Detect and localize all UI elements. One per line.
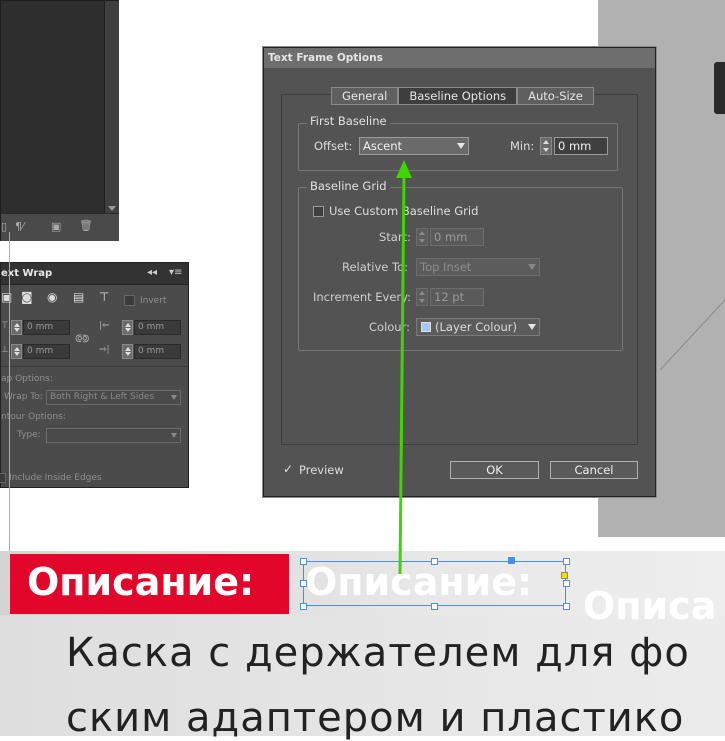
tab-baseline-options[interactable]: Baseline Options	[398, 87, 518, 105]
bottom-offset-stepper[interactable]	[11, 344, 22, 359]
top-offset-icon: ⊤	[1, 321, 9, 331]
dialog-title: Text Frame Options	[268, 52, 383, 64]
resize-handle[interactable]	[300, 558, 307, 565]
wrap-to-value: Both Right & Left Sides	[50, 392, 155, 402]
resize-handle[interactable]	[300, 603, 307, 610]
tab-general[interactable]: General	[331, 87, 399, 105]
panel-list	[1, 1, 105, 213]
text-frame-options-dialog: Text Frame Options General Baseline Opti…	[263, 47, 656, 497]
body-text-line-2: ским адаптером и пластико	[66, 695, 685, 741]
include-inside-edges-checkbox[interactable]	[0, 473, 6, 483]
panel-footer: ▯ ¶⁄ ▣ 🗑	[1, 213, 119, 241]
invert-checkbox[interactable]	[124, 295, 135, 306]
first-baseline-title: First Baseline	[307, 114, 390, 128]
divider	[1, 366, 188, 367]
out-port-icon[interactable]	[561, 572, 568, 579]
min-label: Min:	[510, 139, 535, 153]
resize-handle[interactable]	[563, 580, 570, 587]
chevron-down-icon	[171, 395, 177, 400]
panel-edge	[714, 62, 725, 114]
left-offset-field[interactable]: 0 mm	[134, 320, 181, 335]
use-custom-baseline-label: Use Custom Baseline Grid	[329, 204, 479, 218]
include-inside-edges-label: Include Inside Edges	[9, 473, 102, 483]
page-icon[interactable]: ▯	[1, 220, 7, 233]
wrap-bounding-box-icon[interactable]: ▣	[1, 290, 12, 304]
right-offset-icon: ⇒|	[99, 345, 110, 355]
type-label: Type:	[17, 430, 41, 440]
relative-to-value: Top Inset	[420, 260, 472, 274]
trash-icon[interactable]: 🗑	[79, 219, 93, 232]
increment-label: Increment Every:	[313, 290, 412, 304]
wrap-object-shape-icon[interactable]: ◙	[21, 290, 33, 304]
colour-swatch	[421, 322, 431, 332]
top-offset-stepper[interactable]	[11, 320, 22, 335]
layers-panel: ▯ ¶⁄ ▣ 🗑	[0, 0, 119, 241]
wrap-to-select[interactable]: Both Right & Left Sides	[46, 390, 181, 405]
text-wrap-panel: ext Wrap ◂◂ ▾≡ ▣ ◙ ◉ ▤ ⊤ Invert ⊤ 0 mm |…	[0, 262, 189, 488]
bottom-offset-icon: ⊥	[1, 345, 9, 355]
increment-field[interactable]: 12 pt	[430, 288, 484, 306]
offset-label: Offset:	[314, 139, 353, 153]
wrap-jump-column-icon[interactable]: ▤	[73, 290, 84, 304]
panel-menu-icon[interactable]: ▾≡	[169, 267, 182, 278]
resize-handle[interactable]	[431, 603, 438, 610]
tab-auto-size[interactable]: Auto-Size	[517, 87, 594, 105]
preview-checkmark-icon[interactable]: ✓	[283, 462, 293, 476]
text-wrap-header: ext Wrap ◂◂ ▾≡	[1, 263, 188, 285]
start-label: Start:	[379, 230, 411, 244]
contour-options-label: ntour Options:	[1, 412, 66, 422]
collapse-icon[interactable]: ◂◂	[147, 267, 157, 278]
chevron-down-icon	[528, 264, 536, 270]
wrap-jump-object-icon[interactable]: ◉	[47, 290, 57, 304]
cancel-button[interactable]: Cancel	[550, 461, 638, 479]
chevron-down-icon	[528, 324, 536, 330]
ok-button[interactable]: OK	[450, 461, 539, 479]
relative-to-label: Relative To:	[342, 260, 409, 274]
min-stepper[interactable]	[540, 137, 552, 155]
increment-stepper[interactable]	[416, 288, 428, 306]
resize-handle[interactable]	[563, 558, 570, 565]
paragraph-icon[interactable]: ¶⁄	[15, 220, 24, 233]
start-field[interactable]: 0 mm	[430, 228, 484, 246]
left-offset-stepper[interactable]	[122, 320, 133, 335]
body-text-line-1: Каска с держателем для фо	[66, 630, 690, 676]
resize-handle[interactable]	[563, 603, 570, 610]
wrap-none-icon[interactable]: ⊤	[99, 290, 109, 304]
red-heading-text: Описание:	[27, 560, 255, 604]
use-custom-baseline-checkbox[interactable]	[313, 206, 324, 217]
text-frame-selection[interactable]	[303, 561, 566, 606]
relative-to-select[interactable]: Top Inset	[416, 258, 540, 276]
dialog-tabs: General Baseline Options Auto-Size	[331, 87, 594, 105]
min-field[interactable]: 0 mm	[554, 137, 608, 155]
baseline-grid-title: Baseline Grid	[307, 179, 390, 193]
duplicate-heading-text: Описа	[583, 584, 717, 628]
type-select[interactable]	[46, 428, 181, 443]
dialog-titlebar[interactable]: Text Frame Options	[264, 48, 655, 68]
colour-label: Colour:	[369, 320, 410, 334]
wrap-mode-buttons: ▣ ◙ ◉ ▤ ⊤	[1, 290, 119, 306]
offset-select[interactable]: Ascent	[359, 137, 469, 155]
right-offset-field[interactable]: 0 mm	[134, 344, 181, 359]
bottom-offset-field[interactable]: 0 mm	[23, 344, 70, 359]
chevron-down-icon	[457, 143, 465, 149]
start-stepper[interactable]	[416, 228, 428, 246]
offset-value: Ascent	[363, 139, 403, 153]
colour-select[interactable]: (Layer Colour)	[416, 318, 540, 336]
top-offset-field[interactable]: 0 mm	[23, 320, 70, 335]
right-offset-stepper[interactable]	[122, 344, 133, 359]
new-item-icon[interactable]: ▣	[51, 220, 61, 233]
preview-label: Preview	[299, 463, 344, 477]
colour-value: (Layer Colour)	[435, 320, 518, 334]
anchor-handle[interactable]	[508, 557, 515, 564]
resize-handle[interactable]	[431, 558, 438, 565]
resize-handle[interactable]	[300, 580, 307, 587]
scroll-down-icon[interactable]	[108, 206, 116, 211]
invert-label: Invert	[140, 296, 167, 306]
panel-scrollbar[interactable]	[105, 1, 119, 213]
offset-link-icon[interactable]: ⟃⟄	[75, 331, 89, 346]
left-offset-icon: |⇐	[99, 321, 110, 331]
chevron-down-icon	[171, 433, 177, 438]
